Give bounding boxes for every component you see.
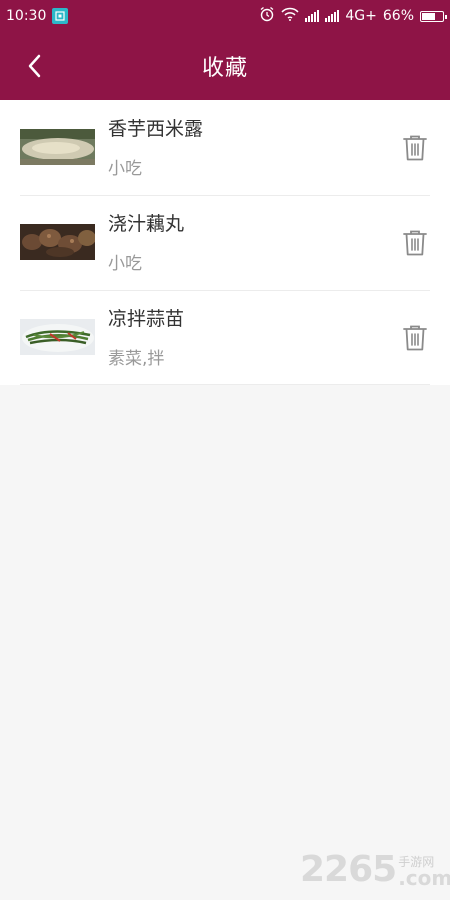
dish-title: 凉拌蒜苗: [108, 308, 185, 330]
watermark-domain: .com: [398, 866, 450, 890]
status-bar: 10:30 4G+ 66%: [0, 0, 450, 32]
status-left: 10:30: [6, 8, 69, 24]
chevron-left-icon: [28, 54, 41, 78]
battery-percent: 66%: [382, 8, 414, 24]
alarm-icon: [259, 6, 275, 26]
dish-title: 香芋西米露: [108, 118, 204, 140]
list-item[interactable]: 浇汁藕丸 小吃: [0, 195, 450, 290]
signal-icon-2: [325, 10, 340, 22]
dish-tags: 小吃: [108, 254, 142, 274]
dish-thumbnail: [20, 224, 95, 260]
network-type: 4G+: [345, 8, 377, 24]
trash-icon: [403, 325, 427, 351]
page-title: 收藏: [201, 56, 248, 81]
status-right: 4G+ 66%: [259, 6, 447, 26]
battery-fill: [422, 12, 435, 20]
dish-title: 浇汁藕丸: [108, 213, 185, 235]
nav-bar: 收藏: [0, 32, 450, 100]
delete-button[interactable]: [402, 324, 428, 352]
dish-tags: 小吃: [108, 159, 142, 179]
screenshot-app-icon: [52, 8, 69, 24]
site-watermark: 2265 手游网 .com: [300, 848, 450, 890]
dish-thumbnail: [20, 319, 95, 355]
watermark-side: 手游网 .com: [398, 856, 450, 888]
list-item[interactable]: 凉拌蒜苗 素菜,拌: [0, 290, 450, 385]
trash-icon: [403, 230, 427, 256]
signal-icon: [305, 10, 320, 22]
battery-icon: [420, 10, 447, 22]
wifi-icon: [281, 7, 299, 25]
status-time: 10:30: [6, 8, 47, 24]
favorites-list: 香芋西米露 小吃 浇汁藕丸 小吃 凉拌蒜苗 素菜,拌: [0, 100, 450, 385]
trash-icon: [403, 135, 427, 161]
delete-button[interactable]: [402, 229, 428, 257]
dish-tags: 素菜,拌: [108, 349, 165, 369]
list-item[interactable]: 香芋西米露 小吃: [0, 100, 450, 195]
delete-button[interactable]: [402, 134, 428, 162]
watermark-number: 2265: [300, 849, 397, 890]
favorites-screen: 10:30 4G+ 66% 收藏 香芋西米露 小吃 浇汁藕丸 小吃 凉拌蒜苗 素…: [0, 0, 450, 900]
dish-thumbnail: [20, 129, 95, 165]
back-button[interactable]: [18, 50, 50, 82]
